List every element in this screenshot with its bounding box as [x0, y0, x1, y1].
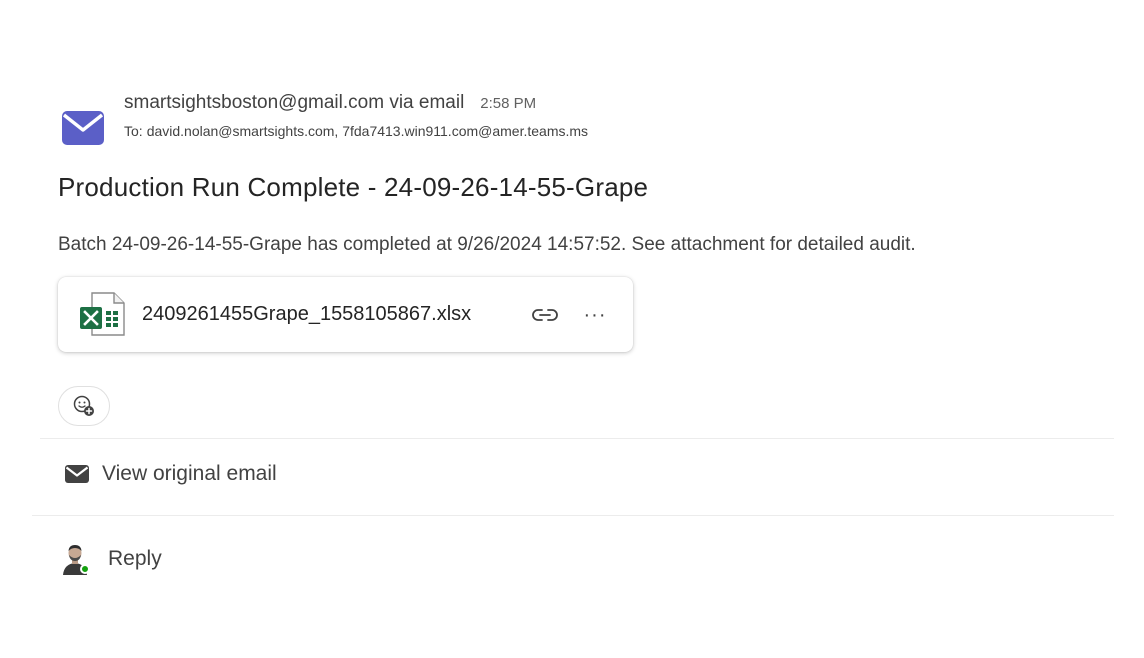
sender-name: smartsightsboston@gmail.com via email: [124, 92, 465, 113]
add-reaction-icon: [73, 395, 94, 416]
view-original-email-label: View original email: [102, 462, 277, 485]
reply-button[interactable]: Reply: [58, 542, 162, 576]
presence-available-badge: [80, 564, 90, 574]
message-body: Batch 24-09-26-14-55-Grape has completed…: [58, 234, 916, 255]
more-options-button[interactable]: ···: [576, 299, 614, 331]
attachment-file-name[interactable]: 2409261455Grape_1558105867.xlsx: [142, 303, 471, 326]
link-icon: [532, 309, 558, 321]
email-message-view: smartsightsboston@gmail.com via email 2:…: [0, 0, 1144, 658]
view-original-email-button[interactable]: View original email: [64, 462, 277, 486]
mail-icon: [65, 465, 89, 483]
sender-row: smartsightsboston@gmail.com via email 2:…: [124, 92, 536, 114]
add-reaction-button[interactable]: [58, 386, 110, 426]
message-time: 2:58 PM: [480, 95, 537, 112]
divider: [40, 438, 1114, 439]
reply-label: Reply: [108, 547, 162, 570]
message-subject: Production Run Complete - 24-09-26-14-55…: [58, 172, 649, 202]
attachment-card[interactable]: 2409261455Grape_1558105867.xlsx ···: [58, 277, 633, 352]
excel-file-icon: [78, 291, 126, 337]
divider: [32, 515, 1114, 516]
recipients-row: To: david.nolan@smartsights.com, 7fda741…: [124, 123, 588, 139]
avatar: [58, 542, 92, 576]
envelope-icon: [61, 110, 105, 146]
to-label: To:: [124, 123, 143, 139]
copy-link-button[interactable]: [526, 299, 564, 331]
recipients-list: david.nolan@smartsights.com, 7fda7413.wi…: [146, 123, 589, 139]
